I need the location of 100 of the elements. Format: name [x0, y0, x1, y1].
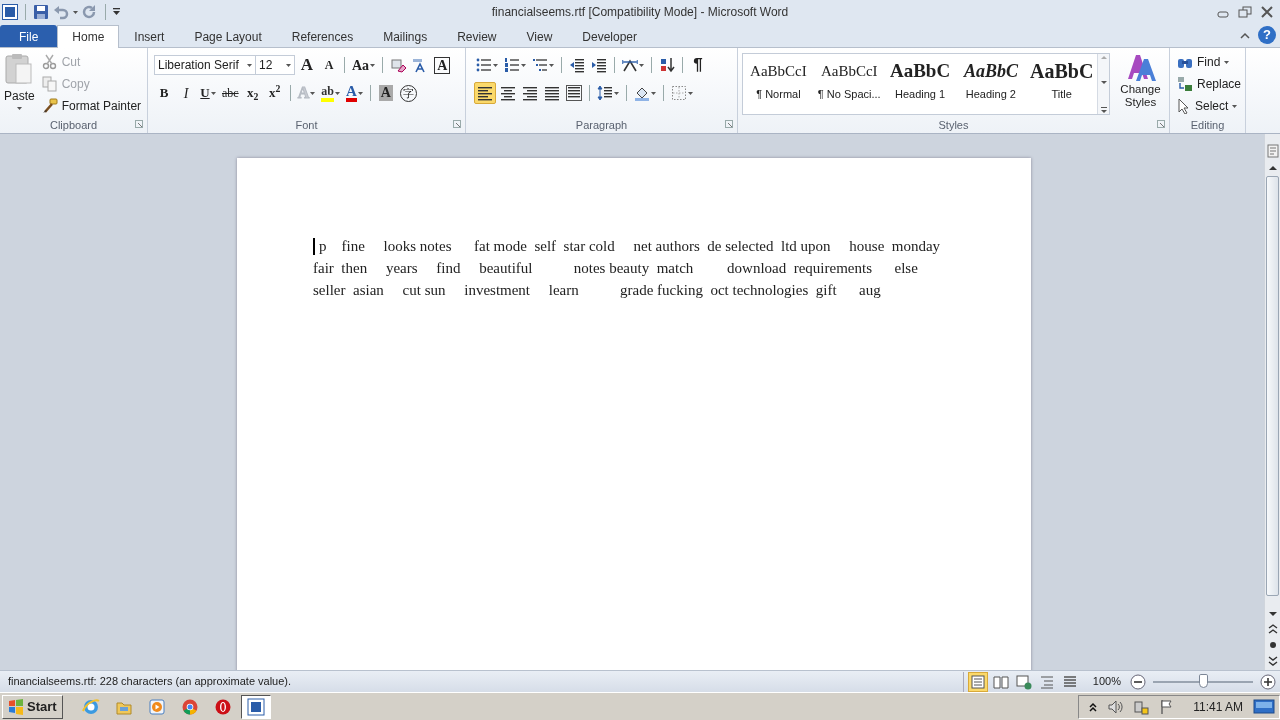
scroll-thumb[interactable] — [1266, 176, 1279, 596]
zoom-level[interactable]: 100% — [1092, 673, 1121, 690]
zoom-slider-thumb[interactable] — [1199, 673, 1208, 688]
opera-icon — [213, 697, 232, 716]
ribbon-tab[interactable]: Mailings — [368, 25, 443, 47]
italic-button[interactable]: I — [176, 82, 196, 104]
left-icon — [477, 85, 493, 101]
group-label: Paragraph — [575, 119, 628, 131]
font-size-field[interactable]: 12 — [255, 55, 295, 75]
previous-page-icon[interactable] — [1267, 624, 1278, 634]
group-label: Font — [295, 119, 318, 131]
case-button[interactable]: Aa — [350, 54, 378, 76]
more-icon[interactable] — [1099, 106, 1108, 114]
taskbar-app[interactable] — [240, 694, 271, 719]
bold-button[interactable]: B — [154, 82, 174, 104]
caret-icon[interactable] — [370, 63, 376, 67]
boxed-button[interactable]: A — [432, 54, 453, 76]
save-icon[interactable] — [33, 4, 49, 20]
style-item[interactable]: AaBbCcI ¶ Normal — [743, 54, 814, 114]
next-page-icon[interactable] — [1267, 656, 1278, 666]
expand-tray-icon[interactable] — [1089, 701, 1098, 712]
caret-icon[interactable] — [493, 63, 498, 67]
group-label: Styles — [938, 119, 969, 131]
launcher-icon[interactable] — [725, 120, 733, 128]
show-desktop-icon[interactable] — [1253, 697, 1275, 716]
zoom-out-icon[interactable] — [1130, 673, 1146, 690]
zoom-in-icon[interactable] — [1260, 673, 1276, 690]
caret-icon[interactable] — [16, 107, 22, 110]
marks-button[interactable]: ¶ — [688, 54, 708, 76]
caret-icon[interactable] — [310, 91, 316, 95]
bullets-icon — [476, 57, 492, 73]
caret-icon[interactable] — [521, 63, 526, 67]
browser-icon — [81, 697, 100, 716]
caret-icon[interactable] — [286, 63, 291, 67]
ribbon-tab[interactable]: Developer — [567, 25, 652, 47]
paste-button[interactable]: Paste — [4, 51, 35, 117]
ribbon-tab[interactable]: Insert — [119, 25, 180, 47]
launcher-icon[interactable] — [135, 120, 143, 128]
ribbon-tab[interactable]: Home — [57, 25, 120, 48]
caret-icon[interactable] — [210, 91, 216, 95]
right-icon — [522, 85, 538, 101]
select-button[interactable]: Select — [1174, 95, 1245, 117]
strike-button[interactable]: abc — [220, 82, 241, 104]
caret-icon[interactable] — [651, 91, 656, 95]
browse-object-icon[interactable] — [1267, 640, 1278, 650]
center-icon — [500, 85, 516, 101]
font-name-field[interactable]: Liberation Serif — [154, 55, 256, 75]
style-item[interactable]: AaBbCcI ¶ No Spaci... — [813, 54, 885, 114]
caret-icon[interactable] — [1224, 60, 1230, 64]
style-item[interactable]: AaBbC Title — [1026, 54, 1098, 114]
caret-icon[interactable] — [357, 91, 363, 95]
launcher-icon[interactable] — [1157, 120, 1165, 128]
caret-icon[interactable] — [614, 91, 619, 95]
launcher-icon[interactable] — [453, 120, 461, 128]
caret-icon[interactable] — [247, 63, 252, 67]
window-title: financialseems.rtf [Compatibility Mode] - Microsoft Word — [491, 4, 789, 21]
change-styles-button[interactable]: Change Styles — [1116, 51, 1165, 117]
caret-icon[interactable] — [549, 63, 554, 67]
shrink-button[interactable]: A — [319, 54, 339, 76]
grow-button[interactable]: A — [297, 54, 317, 76]
start-button[interactable]: Start — [2, 694, 63, 719]
outline-view-icon — [1038, 673, 1055, 690]
ribbon-tab[interactable]: View — [511, 25, 568, 47]
collapse-icon[interactable] — [1240, 31, 1250, 39]
sup-button[interactable]: x$^{2}$ — [264, 82, 285, 104]
speaker-icon[interactable] — [1107, 698, 1124, 715]
brush-icon — [41, 98, 58, 114]
status-text: financialseems.rtf: 228 characters (an approximate value). — [8, 674, 292, 690]
distributed-button[interactable] — [564, 82, 584, 104]
highlight-button[interactable]: ab — [319, 82, 342, 104]
close-icon[interactable] — [1260, 6, 1274, 18]
style-item[interactable]: AaBbC Heading 1 — [884, 54, 956, 114]
style-item[interactable]: AaBbC Heading 2 — [955, 54, 1027, 114]
print-view-button[interactable] — [967, 671, 988, 692]
left-button[interactable] — [474, 82, 496, 104]
network-icon[interactable] — [1133, 698, 1150, 715]
scroll-up-icon[interactable] — [1267, 164, 1278, 172]
web-view-icon — [1015, 673, 1032, 690]
sub-button[interactable]: x$_{2}$ — [242, 82, 263, 104]
painter-button[interactable]: Format Painter — [38, 95, 145, 117]
ribbon-tab[interactable]: Page Layout — [179, 25, 277, 47]
scroll-down-icon[interactable] — [1099, 80, 1108, 86]
help-button[interactable]: ? — [1258, 26, 1276, 44]
customize-icon[interactable] — [113, 8, 120, 16]
ribbon-tab[interactable]: References — [276, 25, 369, 47]
caret-icon[interactable] — [334, 91, 340, 95]
scroll-down-icon[interactable] — [1267, 610, 1278, 618]
multilevel-icon — [532, 57, 548, 73]
replace-button[interactable]: Replace — [1174, 73, 1245, 95]
ribbon-tab[interactable]: Review — [442, 25, 512, 47]
caret-icon[interactable] — [688, 91, 693, 95]
app-icon[interactable] — [2, 4, 18, 20]
ribbon-tab[interactable]: File — [0, 25, 58, 47]
color-button[interactable]: A — [343, 82, 365, 104]
underline-button[interactable]: U — [198, 82, 218, 104]
find-button[interactable]: Find — [1174, 51, 1245, 73]
caret-icon[interactable] — [1232, 104, 1238, 108]
caret-icon[interactable] — [73, 10, 78, 14]
caret-icon[interactable] — [639, 63, 644, 67]
restore-icon[interactable] — [1238, 6, 1252, 18]
